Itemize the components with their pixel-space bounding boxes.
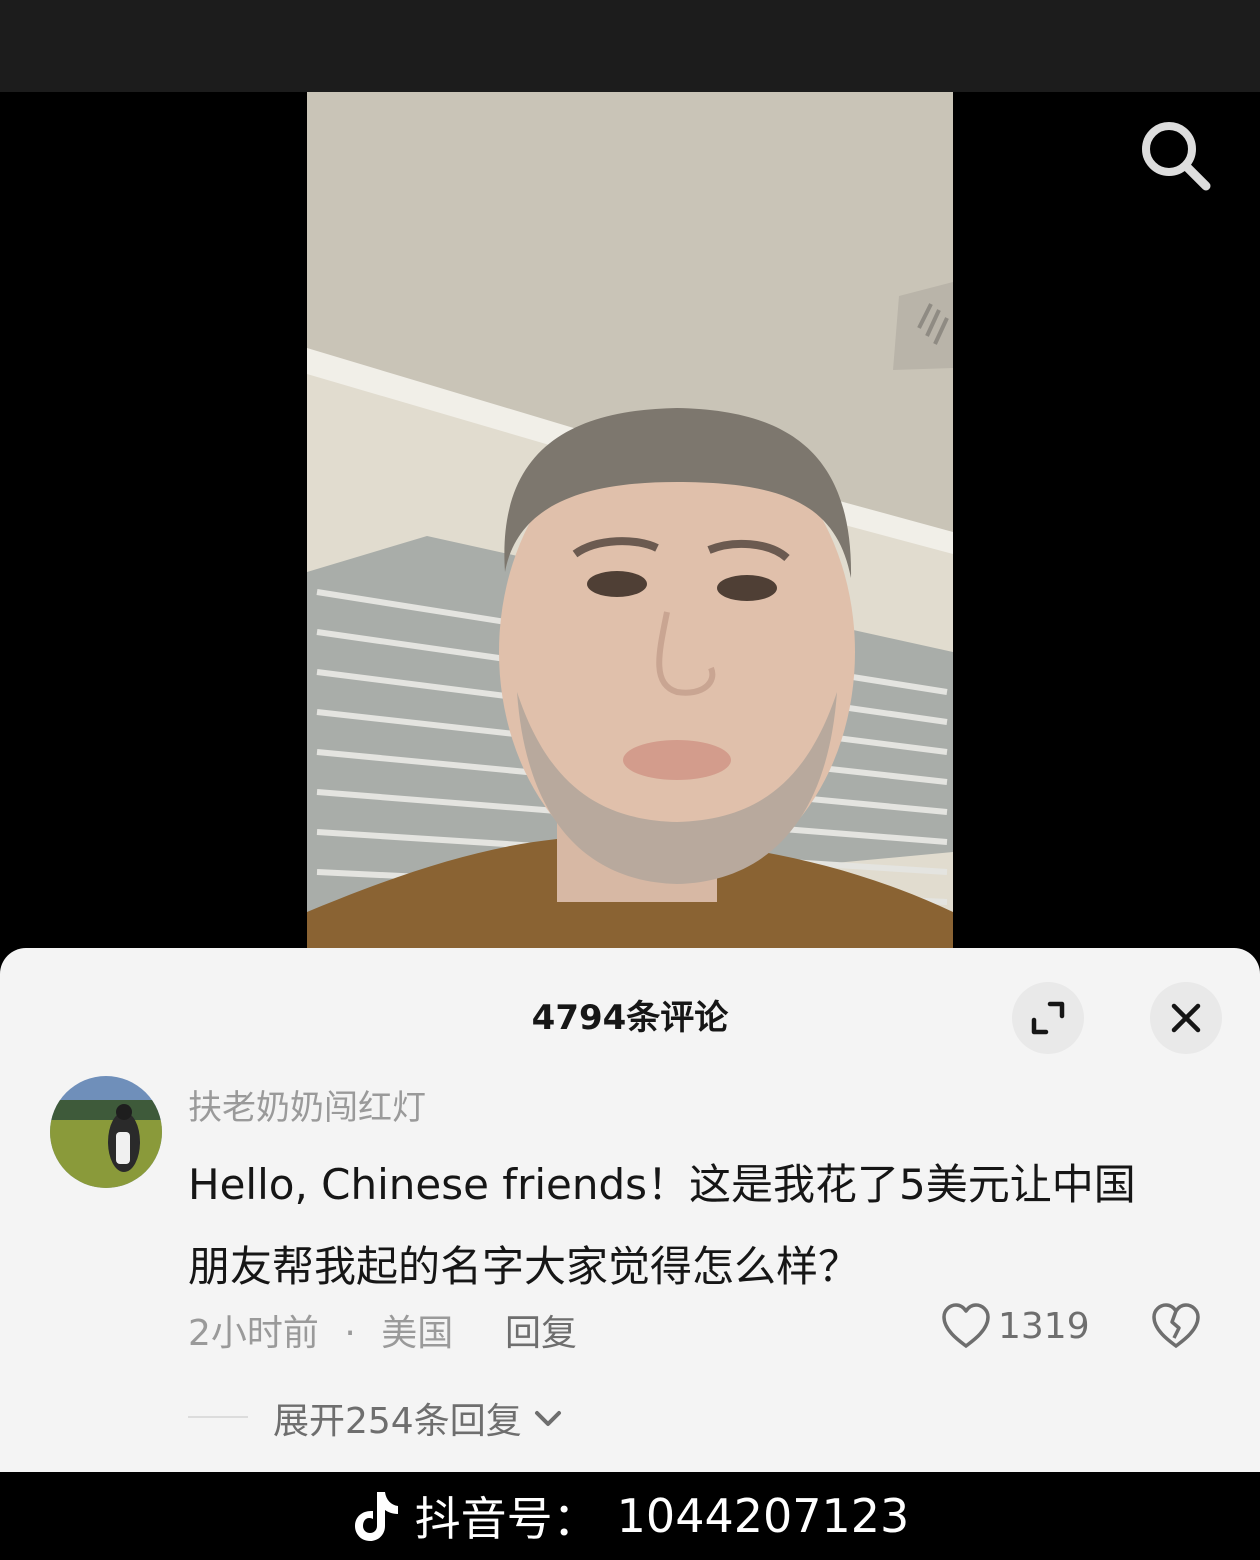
- comment-text-line: 朋友帮我起的名字大家觉得怎么样？: [188, 1242, 861, 1291]
- comment-username[interactable]: 扶老奶奶闯红灯: [188, 1080, 426, 1129]
- video-player[interactable]: [0, 92, 1260, 952]
- video-frame: [307, 92, 953, 952]
- chevron-down-icon: [534, 1411, 561, 1426]
- comment-text: Hello, Chinese friends！这是我花了5美元让中国 朋友帮我起…: [188, 1144, 1208, 1308]
- replies-divider: [188, 1416, 248, 1418]
- expand-replies-label: 展开254条回复: [273, 1401, 522, 1442]
- broken-heart-icon: [1152, 1303, 1200, 1348]
- comment-text-line: Hello, Chinese friends！这是我花了5美元让中国: [188, 1160, 1136, 1209]
- top-status-bar: [0, 0, 1260, 92]
- like-button[interactable]: 1319: [940, 1302, 1090, 1350]
- search-icon: [1142, 122, 1211, 191]
- expand-icon: [1031, 1001, 1065, 1035]
- reply-button[interactable]: 回复: [505, 1304, 577, 1356]
- meta-separator: ·: [344, 1313, 356, 1354]
- avatar[interactable]: [50, 1076, 162, 1188]
- like-count: 1319: [998, 1305, 1090, 1347]
- douyin-logo-icon: [354, 1492, 398, 1541]
- heart-outline-icon: [942, 1303, 990, 1348]
- expand-comments-button[interactable]: [1012, 982, 1084, 1054]
- douyin-watermark: 抖音号： 1044207123: [0, 1472, 1260, 1560]
- avatar-image: [50, 1076, 162, 1188]
- video-scene: [307, 92, 953, 952]
- comment-meta: 2小时前 · 美国: [188, 1304, 453, 1356]
- comment-location: 美国: [381, 1313, 454, 1354]
- close-comments-button[interactable]: [1150, 982, 1222, 1054]
- watermark-account-id: 1044207123: [616, 1489, 910, 1543]
- comment-time: 2小时前: [188, 1313, 319, 1354]
- close-icon: [1171, 1003, 1201, 1033]
- expand-replies-button[interactable]: 展开254条回复: [273, 1392, 566, 1444]
- watermark-label: 抖音号：: [414, 1492, 599, 1546]
- dislike-button[interactable]: [1150, 1302, 1202, 1354]
- search-button[interactable]: [1136, 116, 1216, 196]
